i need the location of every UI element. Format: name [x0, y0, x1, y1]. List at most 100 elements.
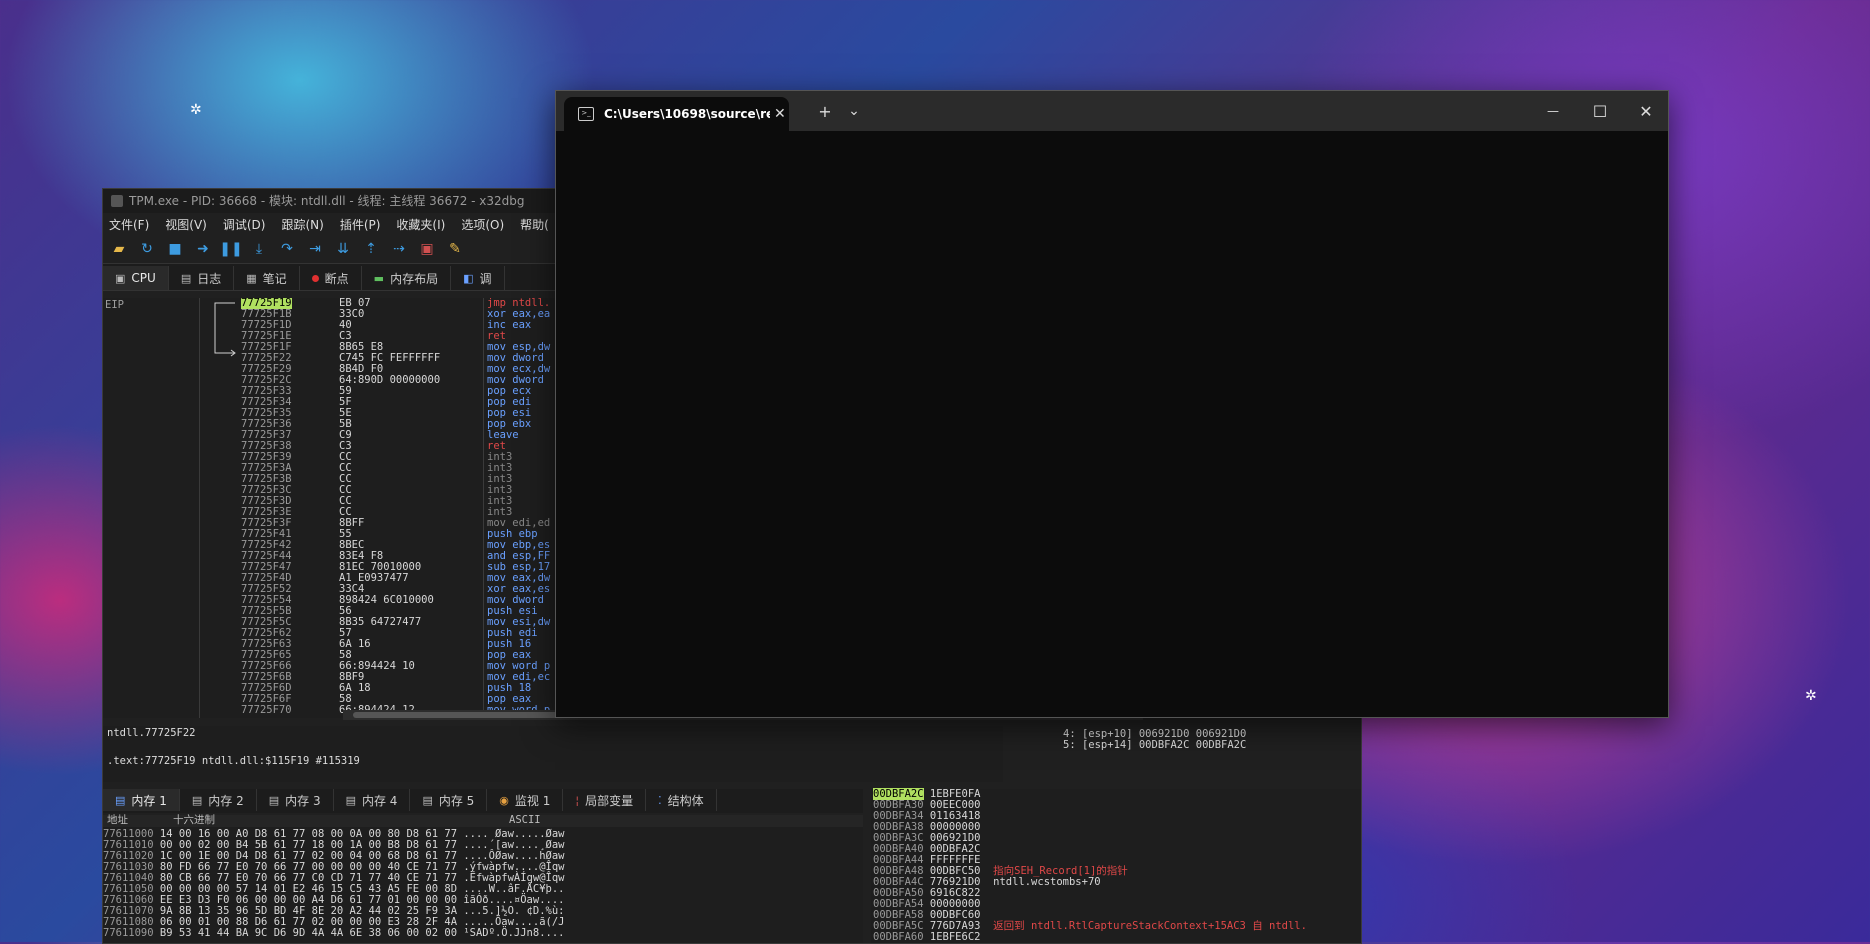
cpu-icon: ▣ [115, 271, 126, 285]
info-line: ntdll.77725F22 [107, 727, 196, 739]
bytes-column: EB 07 33C0 40 C3 8B65 E8 C745 FC FEFFFFFF 8B4D… [339, 298, 440, 716]
stop-icon[interactable]: ■ [165, 239, 185, 259]
tab-breakpoints[interactable]: 断点 [299, 266, 362, 290]
disasm-bytes: 8BFF [339, 517, 365, 529]
memory-tabs: ▤ 内存 1 ▤ 内存 2 ▤ 内存 3 ▤ 内存 4 ▤ 内存 5 ◉ 监视 1 ¦ 局部变… [103, 789, 863, 813]
tab-label: 内存 1 [131, 793, 167, 808]
run-icon[interactable]: ➜ [193, 239, 213, 259]
menu-trace[interactable]: 跟踪(N) [281, 216, 323, 233]
tab-memory-map[interactable]: ▬ 内存布局 [361, 266, 452, 290]
tab-dump-2[interactable]: ▤ 内存 2 [179, 789, 257, 811]
tab-locals[interactable]: ¦ 局部变量 [563, 789, 647, 811]
tab-cpu[interactable]: ▣ CPU [103, 266, 169, 290]
disasm-bytes: CC [339, 495, 352, 507]
disasm-bytes: C3 [339, 440, 352, 452]
disasm-bytes: 898424 6C010000 [339, 594, 434, 606]
disasm-bytes: 33C0 [339, 308, 365, 320]
tab-callstack[interactable]: ◧ 调 [451, 266, 505, 290]
terminal-titlebar[interactable]: >_ C:\Users\10698\source\repos\ ✕ + ⌄ — … [556, 91, 1668, 131]
memory-dump-view[interactable]: 地址 十六进制 ASCII 77611000 14 00 16 00 A0 D8… [103, 815, 863, 943]
tab-label: 调 [479, 271, 492, 286]
stack-view[interactable]: 00DBFA2C 1EBFE0FA 00DBFA30 00EEC000 00DB… [871, 788, 1361, 943]
menu-file[interactable]: 文件(F) [109, 216, 149, 233]
bug-icon [111, 195, 123, 207]
menu-view[interactable]: 视图(V) [165, 216, 207, 233]
dump-icon: ▤ [422, 793, 433, 807]
disasm-bytes: CC [339, 484, 352, 496]
menu-favourites[interactable]: 收藏夹(I) [396, 216, 445, 233]
disasm-bytes: CC [339, 462, 352, 474]
stack-rows: 00DBFA2C 1EBFE0FA 00DBFA30 00EEC000 00DB… [871, 788, 1361, 943]
tab-dump-1[interactable]: ▤ 内存 1 [103, 789, 180, 811]
restart-icon[interactable]: ↻ [137, 239, 157, 259]
terminal-content[interactable] [556, 131, 1668, 717]
stack-comment: ntdll.wcstombs+70 [986, 876, 1101, 888]
open-folder-icon[interactable]: ▰ [109, 239, 129, 259]
disasm-address[interactable]: 77725F70 [241, 705, 292, 716]
execute-till-return-icon[interactable]: ⇡ [361, 239, 381, 259]
tab-struct[interactable]: ⁚ 结构体 [646, 789, 717, 811]
disasm-bytes: 6A 16 [339, 638, 371, 650]
trace-into-icon[interactable]: ⇥ [305, 239, 325, 259]
tab-dump-4[interactable]: ▤ 内存 4 [333, 789, 411, 811]
arg-line: 5: [esp+14] 00DBFA2C 00DBFA2C [1063, 739, 1247, 751]
wallpaper-sparkle: ✲ [1805, 688, 1817, 704]
window-title: TPM.exe - PID: 36668 - 模块: ntdll.dll - 线… [129, 194, 525, 208]
menu-plugins[interactable]: 插件(P) [340, 216, 381, 233]
menu-help[interactable]: 帮助( [520, 216, 549, 233]
disasm-bytes: CC [339, 451, 352, 463]
tab-label: 内存 3 [285, 793, 321, 808]
disasm-bytes: 64:890D 00000000 [339, 374, 441, 386]
tab-log[interactable]: ▤ 日志 [168, 266, 235, 290]
tab-label: 内存 2 [208, 793, 244, 808]
menu-options[interactable]: 选项(O) [461, 216, 504, 233]
disasm-bytes: 8B35 64727477 [339, 616, 422, 628]
tab-dropdown-button[interactable]: ⌄ [834, 91, 874, 131]
dump-ascii: ¹SADº.Ö.JJn8.... [463, 927, 565, 939]
callstack-icon: ◧ [463, 271, 474, 285]
terminal-window[interactable]: >_ C:\Users\10698\source\repos\ ✕ + ⌄ — … [555, 90, 1669, 718]
terminal-icon: >_ [578, 107, 594, 121]
close-tab-icon[interactable]: ✕ [774, 106, 786, 122]
close-button[interactable]: ✕ [1626, 91, 1666, 131]
disasm-bytes: 6A 18 [339, 682, 371, 694]
tab-dump-5[interactable]: ▤ 内存 5 [410, 789, 488, 811]
tab-label: CPU [131, 271, 156, 285]
tab-notes[interactable]: ▦ 笔记 [234, 266, 300, 290]
trace-over-icon[interactable]: ⇊ [333, 239, 353, 259]
step-into-icon[interactable]: ⤓ [249, 239, 269, 259]
info-panel: ntdll.77725F22 .text:77725F19 ntdll.dll:… [103, 726, 1003, 782]
tab-dump-3[interactable]: ▤ 内存 3 [256, 789, 334, 811]
tab-label: 断点 [324, 271, 349, 286]
dump-header-address: 地址 [107, 814, 128, 826]
eip-label: EIP [105, 299, 124, 311]
minimize-button[interactable]: — [1533, 91, 1573, 131]
column-divider [483, 298, 484, 718]
dump-row[interactable]: 77611090 B9 53 41 44 BA 9C D6 9D 4A 4A 6… [103, 928, 565, 939]
tab-label: 日志 [197, 271, 222, 286]
pause-icon[interactable]: ❚❚ [219, 239, 242, 259]
tab-watch-1[interactable]: ◉ 监视 1 [487, 789, 564, 811]
watch-icon: ◉ [499, 793, 509, 807]
dump-address: 77611090 [103, 927, 160, 939]
address-column: 77725F19 77725F1B 77725F1D 77725F1E 77725F1F… [241, 298, 292, 716]
disasm-bytes: 5B [339, 418, 352, 430]
run-to-user-code-icon[interactable]: ⇢ [389, 239, 409, 259]
tab-label: 笔记 [262, 271, 287, 286]
patch-icon[interactable]: ✎ [445, 239, 465, 259]
disasm-bytes: CC [339, 473, 352, 485]
locals-icon: ¦ [575, 793, 580, 807]
menu-debug[interactable]: 调试(D) [223, 216, 266, 233]
disasm-bytes: C9 [339, 429, 352, 441]
step-over-icon[interactable]: ↷ [277, 239, 297, 259]
script-icon[interactable]: ▣ [417, 239, 437, 259]
stack-value: 1EBFE6C2 [923, 931, 987, 943]
breakpoint-icon [311, 274, 319, 282]
maximize-button[interactable]: ☐ [1580, 91, 1620, 131]
disasm-bytes: 59 [339, 385, 352, 397]
terminal-tab[interactable]: >_ C:\Users\10698\source\repos\ ✕ [564, 97, 789, 131]
tab-label: 监视 1 [514, 793, 551, 808]
stack-row[interactable]: 00DBFA60 1EBFE6C2 [871, 932, 1361, 943]
tab-label: 局部变量 [585, 793, 634, 808]
terminal-tab-title: C:\Users\10698\source\repos\ [604, 107, 770, 121]
